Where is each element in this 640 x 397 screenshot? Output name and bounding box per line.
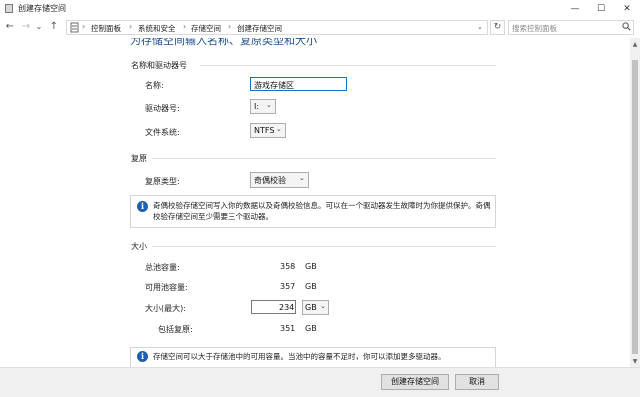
section-divider xyxy=(152,158,496,159)
breadcrumb-storage-spaces[interactable]: 存储空间 xyxy=(191,23,221,34)
up-button[interactable]: ↑ xyxy=(48,19,60,35)
breadcrumb-create-storage-space[interactable]: 创建存储空间 xyxy=(237,23,282,34)
scroll-down-icon[interactable]: ▼ xyxy=(630,358,640,365)
section-divider xyxy=(200,65,496,66)
info-icon: i xyxy=(137,351,148,362)
address-dropdown-icon[interactable]: ⌄ xyxy=(477,23,483,31)
refresh-button[interactable]: ↻ xyxy=(490,20,505,35)
resiliency-type-label: 复原类型: xyxy=(145,177,180,186)
breadcrumb-separator: › xyxy=(129,22,133,31)
max-size-label: 大小(最大): xyxy=(145,304,186,313)
file-system-value: NTFS xyxy=(254,126,275,135)
create-storage-space-button[interactable]: 创建存储空间 xyxy=(381,374,449,390)
app-icon xyxy=(5,4,13,13)
drive-letter-value: I: xyxy=(254,102,260,111)
including-resiliency-value: 351 xyxy=(280,324,296,333)
including-resiliency-unit: GB xyxy=(305,324,317,333)
back-button[interactable]: ← xyxy=(4,19,16,35)
recent-locations-button[interactable]: ⌄ xyxy=(33,19,45,35)
breadcrumb-separator: › xyxy=(228,22,232,31)
total-capacity-unit: GB xyxy=(305,262,317,271)
chevron-down-icon: ⌄ xyxy=(299,174,305,182)
page-heading: 为存储空间输入名称、复原类型和大小 xyxy=(130,38,317,47)
search-placeholder: 搜索控制面板 xyxy=(512,24,557,33)
total-capacity-value: 358 xyxy=(280,262,296,271)
minimize-button[interactable]: — xyxy=(562,0,588,18)
scrollbar-thumb[interactable] xyxy=(632,60,638,354)
total-capacity-label: 总池容量: xyxy=(145,263,180,272)
chevron-down-icon: ⌄ xyxy=(320,302,326,310)
heading-clip: 为存储空间输入名称、复原类型和大小 xyxy=(0,38,630,48)
close-button[interactable]: ✕ xyxy=(614,0,640,18)
section-title-resiliency: 复原 xyxy=(131,154,147,163)
available-capacity-unit: GB xyxy=(305,282,317,291)
available-capacity-label: 可用池容量: xyxy=(145,283,188,292)
breadcrumb-control-panel[interactable]: 控制面板 xyxy=(91,23,121,34)
section-divider xyxy=(152,246,496,247)
size-info-text: 存储空间可以大于存储池中的可用容量。当池中的容量不足时，你可以添加更多驱动器。 xyxy=(153,352,446,361)
chevron-down-icon: ⌄ xyxy=(266,101,272,109)
chevron-down-icon: ⌄ xyxy=(276,125,282,133)
file-system-label: 文件系统: xyxy=(145,128,180,137)
section-title-name-drive: 名称和驱动器号 xyxy=(131,61,187,70)
breadcrumb-separator: › xyxy=(82,22,86,31)
resiliency-info-line1: 奇偶校验存储空间写入你的数据以及奇偶校验信息。可以在一个驱动器发生故障时为你提供… xyxy=(153,201,491,210)
info-icon: i xyxy=(137,201,148,212)
section-title-size: 大小 xyxy=(131,242,147,251)
window-title: 创建存储空间 xyxy=(18,4,66,13)
breadcrumb-system-security[interactable]: 系统和安全 xyxy=(138,23,176,34)
resiliency-type-value: 奇偶校验 xyxy=(254,176,286,185)
including-resiliency-label: 包括复原: xyxy=(158,325,193,334)
name-field-value: 游戏存储区 xyxy=(254,81,294,90)
drive-letter-label: 驱动器号: xyxy=(145,104,180,113)
scroll-up-icon[interactable]: ▲ xyxy=(630,41,640,48)
resiliency-info-line2: 校验存储空间至少需要三个驱动器。 xyxy=(153,212,273,221)
footer-bar xyxy=(0,367,640,397)
name-label: 名称: xyxy=(145,81,164,90)
forward-button[interactable]: → xyxy=(20,19,32,35)
title-bar xyxy=(0,0,640,18)
cancel-button[interactable]: 取消 xyxy=(455,374,499,390)
search-icon xyxy=(622,22,631,31)
max-size-value: 234 xyxy=(279,303,295,312)
available-capacity-value: 357 xyxy=(280,282,296,291)
maximize-button[interactable]: ☐ xyxy=(588,0,614,18)
breadcrumb-separator: › xyxy=(183,22,187,31)
size-unit-value: GB xyxy=(305,303,317,312)
control-panel-icon xyxy=(70,22,79,33)
